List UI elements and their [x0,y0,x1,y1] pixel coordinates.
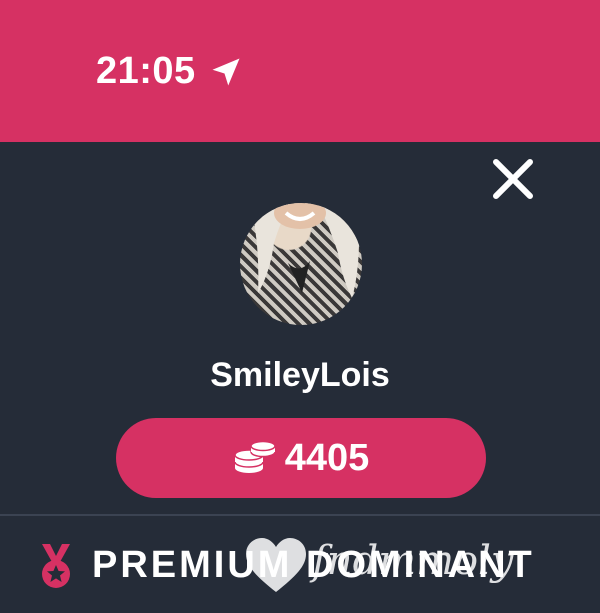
coins-button[interactable]: 4405 [116,418,486,498]
status-time: 21:05 [96,50,196,92]
watermark: fndmmoly [246,530,596,600]
watermark-text: fndmmoly [312,538,514,584]
avatar[interactable] [240,203,362,325]
avatar-photo [250,203,360,298]
coins-value: 4405 [284,436,370,479]
location-arrow-icon [212,58,240,86]
medal-star-icon [42,544,70,588]
heart-icon [246,538,306,592]
coins-stack-icon [233,440,276,473]
profile-username: SmileyLois [210,356,390,394]
divider [0,514,600,516]
close-icon[interactable] [490,156,536,202]
status-bar: 21:05 [0,0,600,142]
